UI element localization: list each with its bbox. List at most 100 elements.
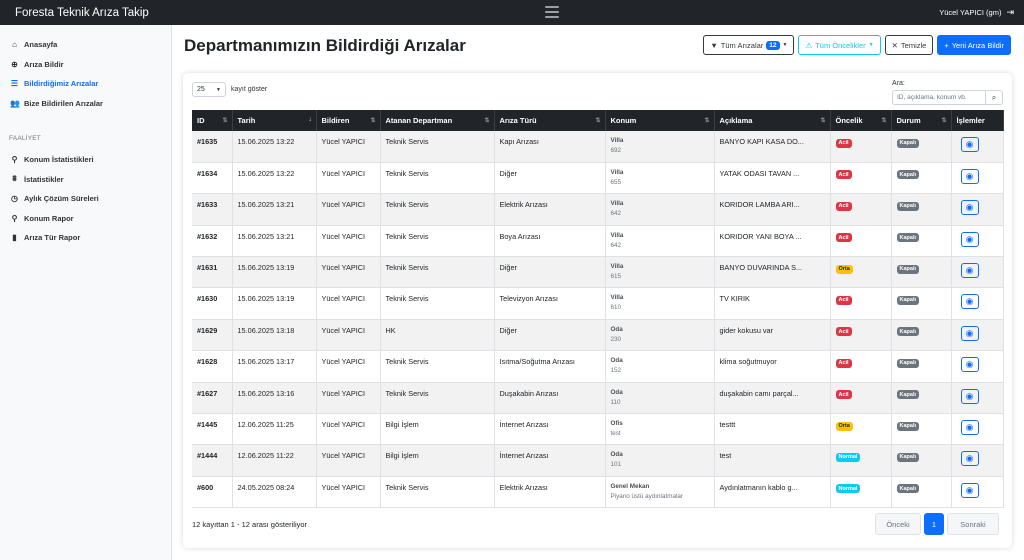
chart-icon: ⩩ [12,174,17,184]
cell-date: 15.06.2025 13:17 [232,350,317,383]
table-row[interactable]: #1634 15.06.2025 13:22 Yücel YAPICI Teknik … [192,162,1004,195]
cell-reporter: Yücel YAPICI [316,131,381,163]
location-type: Oda [610,451,623,459]
sidebar-item-label: Arıza Bildir [24,59,64,69]
cell-priority: Orta [830,413,892,446]
location-detail: 230 [610,335,622,343]
status-badge: Kapalı [896,233,920,243]
table-row[interactable]: #1629 15.06.2025 13:18 Yücel YAPICI HK Diğer… [192,319,1004,352]
priority-badge: Acil [835,295,852,305]
cell-status: Kapalı [891,444,952,477]
view-details-button[interactable]: ◉ [960,325,979,341]
cell-description: duşakabin camı parçal... [714,382,831,415]
view-details-button[interactable]: ◉ [960,294,979,310]
column-header-oncelik[interactable]: Öncelik ⇅ [830,110,892,131]
column-header-tarih[interactable]: Tarih ↓ [232,110,317,131]
status-badge: Kapalı [896,358,920,368]
menu-toggle-icon[interactable] [545,6,559,18]
search-input[interactable] [892,90,986,105]
priority-badge: Acil [835,327,852,337]
cell-description: testtt [714,413,831,446]
column-header-atanan-departman[interactable]: Atanan Departman ⇅ [380,110,495,131]
page-length-select[interactable]: 25 ▼ [192,82,226,97]
sidebar-item-ariza-bildir[interactable]: ⊕ Arıza Bildir [0,55,171,75]
view-details-button[interactable]: ◉ [960,168,979,184]
cell-priority: Acil [830,131,892,163]
cell-actions: ◉ [951,225,1004,258]
close-icon: ✕ [891,40,898,50]
cell-reporter: Yücel YAPICI [316,319,381,352]
sidebar-item-konum-istatistikleri[interactable]: ⚲ Konum İstatistikleri [0,150,171,170]
table-info: 12 kayıttan 1 - 12 arası gösteriliyor [192,520,308,529]
eye-icon: ◉ [965,484,974,495]
table-row[interactable]: #1444 12.06.2025 11:22 Yücel YAPICI Bilgi İ… [192,444,1004,477]
cell-department: Bilgi İşlem [380,413,495,446]
pagination-page-button[interactable]: 1 [924,513,944,535]
column-header-ariza-turu[interactable]: Arıza Türü ⇅ [494,110,606,131]
sidebar-item-istatistikler[interactable]: ⩩ İstatistikler [0,170,171,190]
sidebar-item-aylik-cozum-sureleri[interactable]: ◷ Aylık Çözüm Süreleri [0,189,171,209]
location-detail: test [610,430,621,438]
table-row[interactable]: #1628 15.06.2025 13:17 Yücel YAPICI Teknik … [192,350,1004,383]
priority-filter-dropdown[interactable]: ⚠ Tüm Öncelikler ▼ [798,35,881,55]
column-header-bildiren[interactable]: Bildiren ⇅ [316,110,381,131]
cell-reporter: Yücel YAPICI [316,225,381,258]
column-header-id[interactable]: ID ⇅ [192,110,233,131]
view-details-button[interactable]: ◉ [960,263,979,279]
sidebar-item-anasayfa[interactable]: ⌂ Anasayfa [0,35,171,55]
view-details-button[interactable]: ◉ [960,420,979,436]
table-row[interactable]: #1445 12.06.2025 11:25 Yücel YAPICI Bilgi İ… [192,413,1004,446]
status-filter-label: Tüm Arızalar [720,40,764,50]
sidebar-item-konum-rapor[interactable]: ⚲ Konum Rapor [0,209,171,229]
sidebar-item-bize-bildirilen-arizalar[interactable]: 👥 Bize Bildirilen Arızalar [0,94,171,114]
sidebar-item-bildirdigimiz-arizalar[interactable]: ☰ Bildirdiğimiz Arızalar [0,74,171,94]
location-type: Villa [610,200,624,208]
table-row[interactable]: #1630 15.06.2025 13:19 Yücel YAPICI Teknik … [192,287,1004,320]
clock-icon: ◷ [11,194,18,204]
cell-date: 15.06.2025 13:19 [232,256,317,289]
view-details-button[interactable]: ◉ [960,231,979,247]
view-details-button[interactable]: ◉ [960,451,979,467]
cell-id: #1627 [192,382,233,415]
search-label: Ara: [892,80,905,87]
clear-filters-button[interactable]: ✕ Temizle [884,35,934,55]
sidebar-item-ariza-tur-rapor[interactable]: ▮ Arıza Tür Rapor [0,228,171,248]
cell-id: #1445 [192,413,233,446]
view-details-button[interactable]: ◉ [960,357,979,373]
table-row[interactable]: #600 24.05.2025 08:24 Yücel YAPICI Teknik S… [192,476,1004,509]
table-row[interactable]: #1635 15.06.2025 13:22 Yücel YAPICI Teknik … [192,131,1004,163]
table-row[interactable]: #1633 15.06.2025 13:21 Yücel YAPICI Teknik … [192,193,1004,226]
eye-icon: ◉ [965,265,974,276]
pagination-previous-button[interactable]: Önceki [875,513,921,535]
list-icon: ☰ [10,79,19,89]
eye-icon: ◉ [965,453,974,464]
status-badge: Kapalı [896,264,920,274]
view-details-button[interactable]: ◉ [960,137,979,152]
sidebar-section-heading: FAALİYET [9,135,41,142]
logout-icon[interactable]: ⇥ [1006,7,1014,18]
table-row[interactable]: #1632 15.06.2025 13:21 Yücel YAPICI Teknik … [192,225,1004,258]
cell-status: Kapalı [891,256,952,289]
table-row[interactable]: #1627 15.06.2025 13:16 Yücel YAPICI Teknik … [192,382,1004,415]
column-header-durum[interactable]: Durum ⇅ [891,110,952,131]
view-details-button[interactable]: ◉ [960,200,979,216]
column-header-aciklama[interactable]: Açıklama ⇅ [714,110,831,131]
cell-id: #600 [192,476,233,509]
user-menu[interactable]: Yücel YAPICI (gm) ⇥ [939,0,1014,25]
pagination-next-button[interactable]: Sonraki [947,513,999,535]
cell-fault-type: Elektrik Arızası [494,476,606,509]
cell-fault-type: Boya Arızası [494,225,606,258]
search-icon[interactable]: ⌕ [986,90,1003,105]
cell-reporter: Yücel YAPICI [316,444,381,477]
table-row[interactable]: #1631 15.06.2025 13:19 Yücel YAPICI Teknik … [192,256,1004,289]
cell-date: 12.06.2025 11:25 [232,413,317,446]
app-brand[interactable]: Foresta Teknik Arıza Takip [0,7,172,19]
cell-status: Kapalı [891,382,952,415]
cell-status: Kapalı [891,476,952,509]
location-type: Villa [610,231,624,239]
new-report-button[interactable]: + Yeni Arıza Bildir [937,35,1011,55]
view-details-button[interactable]: ◉ [960,482,979,498]
status-filter-dropdown[interactable]: ▼ Tüm Arızalar 12 ▼ [703,35,795,55]
view-details-button[interactable]: ◉ [960,388,979,404]
column-header-konum[interactable]: Konum ⇅ [605,110,715,131]
